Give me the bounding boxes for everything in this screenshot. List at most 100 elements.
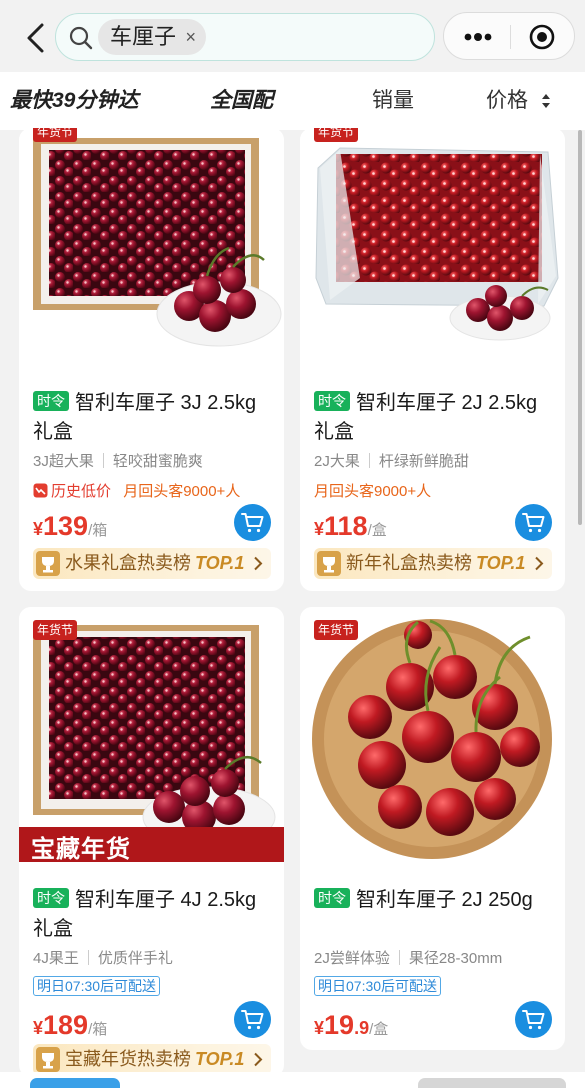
- price-decimal: .9: [354, 1018, 370, 1038]
- product-card[interactable]: 年货节 时令 智利车厘子 2J 2.5kg 礼盒 2J大果 杆绿新鲜脆甜 月回头客9…: [300, 128, 565, 591]
- search-box[interactable]: 车厘子 ×: [55, 13, 435, 61]
- rank-text: 水果礼盒热卖榜 TOP.1: [65, 548, 244, 579]
- product-specs: 2J大果 杆绿新鲜脆甜: [314, 452, 469, 472]
- spec-size: 2J尝鲜体验: [314, 950, 390, 967]
- price-integer: 139: [43, 511, 89, 541]
- spec-taste: 优质伴手礼: [97, 950, 173, 967]
- new-year-tag: 年货节: [33, 128, 78, 142]
- product-image[interactable]: 年货节: [300, 607, 565, 862]
- rank-top: TOP.1: [195, 1049, 245, 1069]
- currency-symbol: ¥: [33, 1018, 44, 1038]
- spec-size: 3J超大果: [33, 453, 94, 470]
- new-year-tag: 年货节: [33, 620, 78, 640]
- sort-arrows-icon[interactable]: [541, 92, 551, 110]
- product-title: 时令 智利车厘子 4J 2.5kg 礼盒: [33, 886, 278, 944]
- product-card[interactable]: 年货节 时令 智利车厘子 3J 2.5kg 礼盒 3J超大果 轻咬甜蜜脆爽 历史低价…: [19, 128, 284, 591]
- currency-symbol: ¥: [33, 519, 44, 539]
- cart-icon: [522, 1010, 545, 1030]
- new-year-tag: 年货节: [314, 620, 359, 640]
- product-price: ¥118/盒: [314, 509, 387, 548]
- delivery-time-badge: 明日07:30后可配送: [33, 976, 161, 996]
- filter-sales[interactable]: 销量: [372, 86, 414, 116]
- season-badge: 时令: [314, 391, 350, 411]
- product-price: ¥139/箱: [33, 509, 107, 548]
- cart-icon: [241, 1010, 264, 1030]
- delivery-time-badge: 明日07:30后可配送: [314, 976, 442, 996]
- product-title-text: 智利车厘子 2J 250g: [356, 889, 533, 911]
- product-card[interactable]: 年货节 时令 智利车厘子 2J 250g 2J尝鲜体验 果径28-30mm 明日07…: [300, 607, 565, 1050]
- filter-nationwide[interactable]: 全国配: [210, 86, 273, 116]
- chevron-right-icon: [254, 1052, 263, 1067]
- rank-label: 水果礼盒热卖榜: [65, 553, 191, 573]
- currency-symbol: ¥: [314, 519, 325, 539]
- back-arrow-icon[interactable]: [22, 20, 50, 56]
- rank-banner[interactable]: 水果礼盒热卖榜 TOP.1: [33, 548, 271, 579]
- more-dots-icon[interactable]: [462, 27, 494, 47]
- rank-text: 新年礼盒热卖榜 TOP.1: [346, 548, 525, 579]
- promo-line: 历史低价 月回头客9000+人: [33, 482, 240, 502]
- spec-size: 2J大果: [314, 453, 360, 470]
- price-integer: 189: [43, 1010, 89, 1040]
- mini-program-capsule: [443, 12, 575, 60]
- product-image[interactable]: 年货节: [19, 128, 284, 383]
- rank-text: 宝藏年货热卖榜 TOP.1: [65, 1044, 244, 1075]
- bottom-partial-card: [30, 1078, 120, 1088]
- filter-fast-delivery[interactable]: 最快39分钟达: [10, 86, 138, 116]
- product-specs: 2J尝鲜体验 果径28-30mm: [314, 949, 502, 969]
- product-specs: 4J果王 优质伴手礼: [33, 949, 173, 969]
- treasure-banner: 宝藏年货: [19, 827, 284, 862]
- spec-taste: 杆绿新鲜脆甜: [378, 453, 469, 470]
- spec-divider: [87, 950, 89, 965]
- repeat-customers-label: 月回头客9000+人: [123, 483, 241, 500]
- bottom-partial-card: [418, 1078, 566, 1088]
- product-image[interactable]: 年货节 宝藏年货: [19, 607, 284, 862]
- cart-icon: [241, 513, 264, 533]
- spec-taste: 轻咬甜蜜脆爽: [112, 453, 203, 470]
- trophy-icon: [36, 1047, 60, 1072]
- rank-label: 宝藏年货热卖榜: [65, 1049, 191, 1069]
- promo-line: 月回头客9000+人: [314, 482, 431, 502]
- rank-top: TOP.1: [195, 553, 245, 573]
- price-integer: 19: [324, 1010, 355, 1040]
- price-integer: 118: [324, 511, 368, 541]
- trophy-icon: [36, 551, 60, 576]
- scrollbar[interactable]: [578, 130, 582, 525]
- rank-banner[interactable]: 新年礼盒热卖榜 TOP.1: [314, 548, 552, 579]
- search-query-chip[interactable]: 车厘子 ×: [98, 19, 207, 55]
- repeat-customers-label: 月回头客9000+人: [314, 483, 432, 500]
- chevron-right-icon: [254, 556, 263, 571]
- product-card[interactable]: 年货节 宝藏年货 时令 智利车厘子 4J 2.5kg 礼盒 4J果王 优质伴手礼 明…: [19, 607, 284, 1077]
- close-target-icon[interactable]: [528, 23, 556, 51]
- filter-bar: 最快39分钟达 全国配 销量 价格: [0, 72, 585, 130]
- price-unit: /盒: [367, 522, 387, 539]
- rank-banner[interactable]: 宝藏年货热卖榜 TOP.1: [33, 1044, 271, 1075]
- banner-text: 宝藏年货: [31, 834, 131, 862]
- price-trend-icon: [33, 483, 48, 498]
- product-price: ¥19.9/盒: [314, 1008, 388, 1047]
- product-title: 时令 智利车厘子 3J 2.5kg 礼盒: [33, 389, 278, 447]
- capsule-divider: [510, 25, 511, 49]
- spec-diameter: 果径28-30mm: [408, 950, 503, 967]
- product-title: 时令 智利车厘子 2J 250g: [314, 886, 559, 915]
- search-query-text: 车厘子: [110, 24, 177, 49]
- trophy-icon: [317, 551, 341, 576]
- top-nav-bar: 车厘子 ×: [0, 0, 585, 72]
- spec-divider: [368, 453, 370, 468]
- cart-icon: [522, 513, 545, 533]
- add-to-cart-button[interactable]: [234, 504, 271, 541]
- search-icon: [68, 25, 94, 51]
- product-image[interactable]: 年货节: [300, 128, 565, 383]
- add-to-cart-button[interactable]: [515, 504, 552, 541]
- spec-divider: [102, 453, 104, 468]
- season-badge: 时令: [314, 888, 350, 908]
- history-low-label: 历史低价: [51, 483, 112, 500]
- add-to-cart-button[interactable]: [234, 1001, 271, 1038]
- clear-query-icon[interactable]: ×: [186, 19, 197, 55]
- price-unit: /箱: [88, 522, 108, 539]
- spec-divider: [398, 950, 400, 965]
- add-to-cart-button[interactable]: [515, 1001, 552, 1038]
- price-unit: /箱: [88, 1021, 108, 1038]
- rank-top: TOP.1: [476, 553, 526, 573]
- filter-price[interactable]: 价格: [486, 86, 528, 116]
- product-title: 时令 智利车厘子 2J 2.5kg 礼盒: [314, 389, 559, 447]
